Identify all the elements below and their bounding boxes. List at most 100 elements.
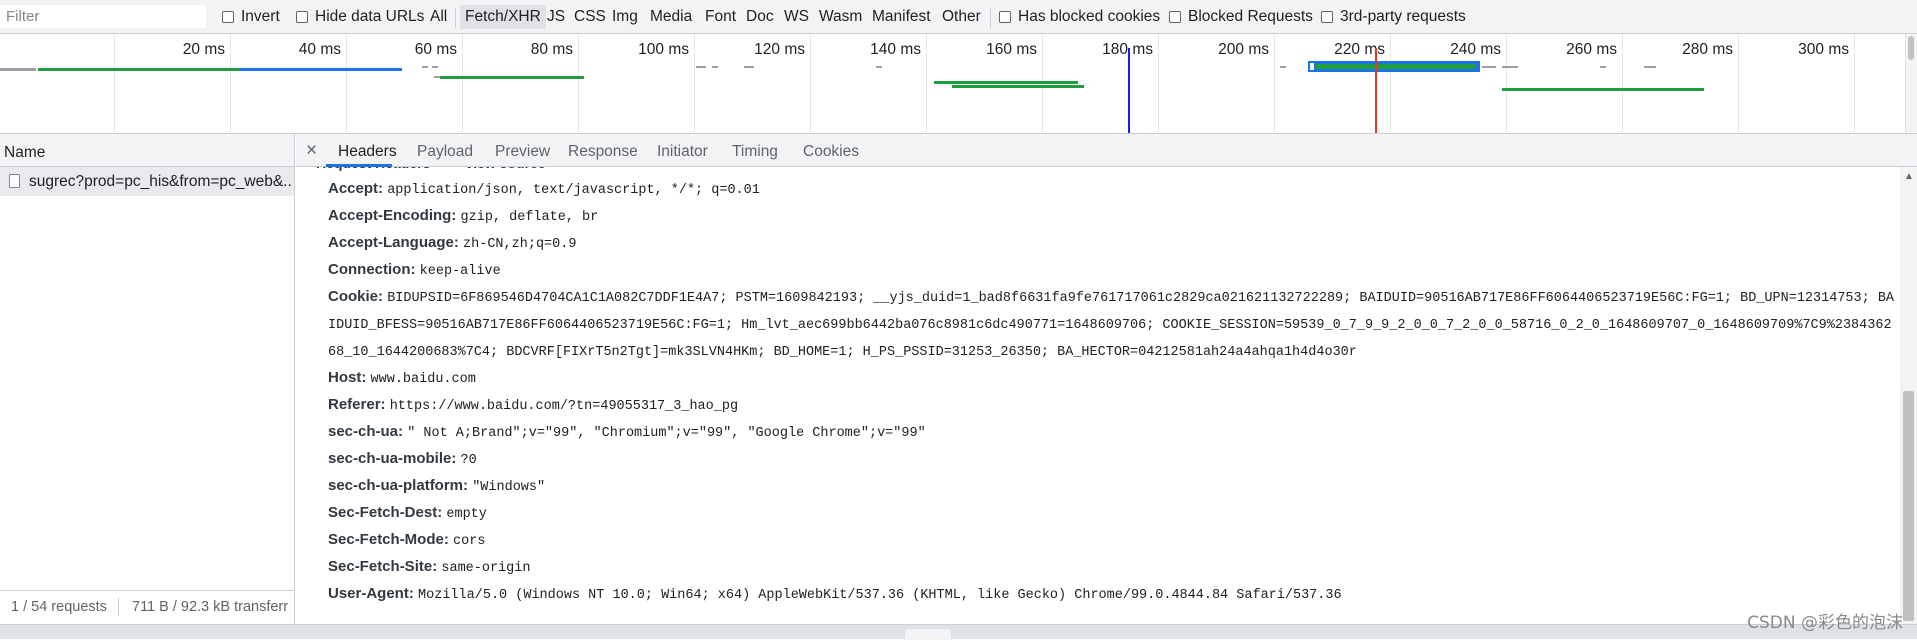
network-overview-timeline[interactable]: 20 ms 40 ms 60 ms 80 ms 100 ms 120 ms 140 ms 16… [0, 34, 1917, 134]
type-filter-wasm[interactable]: Wasm [819, 8, 862, 26]
tab-timing[interactable]: Timing [732, 143, 778, 161]
hide-data-urls-checkbox[interactable]: Hide data URLs [296, 8, 424, 26]
request-summary-bar: 1 / 54 requests 711 B / 92.3 kB transfer… [0, 590, 294, 623]
has-blocked-cookies-checkbox[interactable]: Has blocked cookies [999, 8, 1160, 26]
header-row: Host: www.baidu.com [328, 364, 1896, 393]
header-value[interactable]: www.baidu.com [371, 372, 476, 387]
header-row: Cookie: BIDUPSID=6F869546D4704CA1C1A082C… [328, 283, 1896, 366]
timeline-request-bar [876, 66, 882, 68]
header-value[interactable]: keep-alive [420, 264, 501, 279]
name-column-header[interactable]: Name [0, 134, 294, 167]
header-name: Accept [328, 180, 379, 197]
header-row: Accept-Language: zh-CN,zh;q=0.9 [328, 229, 1896, 258]
details-scrollbar[interactable]: ▲ [1900, 167, 1917, 624]
transfer-size: 711 B / 92.3 kB transferr [132, 599, 289, 615]
header-colon: : [443, 531, 454, 548]
checkbox-icon [1169, 11, 1181, 23]
timeline-request-bar [934, 81, 1078, 84]
tab-initiator[interactable]: Initiator [657, 143, 708, 161]
tab-preview[interactable]: Preview [495, 143, 550, 161]
header-name: sec-ch-ua [328, 423, 399, 440]
header-name: Host [328, 369, 362, 386]
header-name: Accept-Language [328, 234, 454, 251]
type-filter-ws[interactable]: WS [784, 8, 809, 26]
header-colon: : [378, 180, 388, 197]
watermark: CSDN @彩色的泡沫 [1747, 613, 1903, 633]
timeline-request-bar [0, 68, 36, 71]
header-colon: : [410, 261, 420, 278]
timeline-request-bar [440, 76, 584, 79]
header-colon: : [451, 207, 461, 224]
request-details-panel: × Headers Payload Preview Response Initi… [296, 134, 1917, 624]
request-headers-list: Request Headers view source Accept: appl… [296, 167, 1900, 624]
type-filter-manifest[interactable]: Manifest [872, 8, 931, 26]
header-value[interactable]: zh-CN,zh;q=0.9 [463, 237, 576, 252]
header-row: Accept: application/json, text/javascrip… [328, 175, 1896, 204]
type-filter-doc[interactable]: Doc [746, 8, 774, 26]
type-filter-other[interactable]: Other [942, 8, 981, 26]
tab-cookies[interactable]: Cookies [803, 143, 859, 161]
filter-toolbar: Invert Hide data URLs All Fetch/XHR JS C… [0, 0, 1917, 34]
header-value[interactable]: BIDUPSID=6F869546D4704CA1C1A082C7DDF1E4A… [328, 291, 1894, 360]
header-value[interactable]: ?0 [461, 453, 477, 468]
timeline-request-bar [952, 85, 1084, 88]
header-value[interactable]: same-origin [441, 561, 530, 576]
blocked-requests-checkbox[interactable]: Blocked Requests [1169, 8, 1313, 26]
header-row: Sec-Fetch-Site: same-origin [328, 553, 1896, 582]
header-row: Sec-Fetch-Mode: cors [328, 526, 1896, 555]
request-row[interactable]: sugrec?prod=pc_his&from=pc_web&... [0, 167, 294, 196]
header-value[interactable]: gzip, deflate, br [461, 210, 599, 225]
load-event-marker [1375, 48, 1377, 133]
type-filter-media[interactable]: Media [650, 8, 692, 26]
timeline-request-bar [240, 68, 402, 71]
header-name: Sec-Fetch-Site [328, 558, 433, 575]
header-row: sec-ch-ua: " Not A;Brand";v="99", "Chrom… [328, 418, 1896, 447]
section-title-cut-off: Request Headers view source [316, 167, 546, 171]
tab-payload[interactable]: Payload [417, 143, 473, 161]
header-name: sec-ch-ua-mobile [328, 450, 452, 467]
header-colon: : [453, 234, 464, 251]
divider [990, 8, 991, 28]
header-value[interactable]: empty [446, 507, 487, 522]
timeline-request-bar [696, 66, 706, 68]
header-value[interactable]: cors [453, 534, 485, 549]
divider [455, 8, 456, 28]
header-value[interactable]: application/json, text/javascript, */*; … [387, 183, 760, 198]
timeline-request-bar [1502, 66, 1518, 68]
filter-input[interactable] [0, 5, 206, 28]
header-name: sec-ch-ua-platform [328, 477, 464, 494]
type-filter-img[interactable]: Img [612, 8, 638, 26]
type-filter-fetch-xhr[interactable]: Fetch/XHR [460, 5, 546, 29]
tab-headers[interactable]: Headers [338, 143, 397, 161]
scroll-thumb[interactable] [1903, 391, 1914, 621]
header-value[interactable]: Mozilla/5.0 (Windows NT 10.0; Win64; x64… [418, 588, 1342, 603]
header-row: Referer: https://www.baidu.com/?tn=49055… [328, 391, 1896, 420]
type-filter-css[interactable]: CSS [574, 8, 606, 26]
timeline-request-bar [432, 66, 438, 68]
header-name: Connection [328, 261, 411, 278]
type-filter-all[interactable]: All [430, 8, 447, 26]
type-filter-font[interactable]: Font [705, 8, 736, 26]
details-tabbar: × Headers Payload Preview Response Initi… [296, 134, 1917, 167]
invert-checkbox[interactable]: Invert [222, 8, 280, 26]
scroll-up-icon[interactable]: ▲ [1904, 171, 1914, 182]
timeline-request-bar [422, 66, 428, 68]
timeline-bars [0, 48, 1704, 133]
header-value[interactable]: https://www.baidu.com/?tn=49055317_3_hao… [390, 399, 738, 414]
type-filter-js[interactable]: JS [547, 8, 565, 26]
selected-request-bar-marker [1310, 63, 1314, 70]
header-row: Accept-Encoding: gzip, deflate, br [328, 202, 1896, 231]
timeline-request-bar [1644, 66, 1656, 68]
header-colon: : [361, 369, 371, 386]
timeline-request-bar [712, 66, 718, 68]
header-name: Referer [328, 396, 381, 413]
header-value[interactable]: " Not A;Brand";v="99", "Chromium";v="99"… [407, 426, 925, 441]
header-colon: : [408, 585, 419, 602]
close-icon[interactable]: × [306, 140, 317, 162]
selected-request-bar-inner [1316, 64, 1476, 69]
third-party-requests-checkbox[interactable]: 3rd-party requests [1321, 8, 1466, 26]
tab-response[interactable]: Response [568, 143, 638, 161]
overview-scrollbar[interactable] [1905, 34, 1917, 133]
header-row: User-Agent: Mozilla/5.0 (Windows NT 10.0… [328, 580, 1896, 609]
header-value[interactable]: "Windows" [472, 480, 545, 495]
